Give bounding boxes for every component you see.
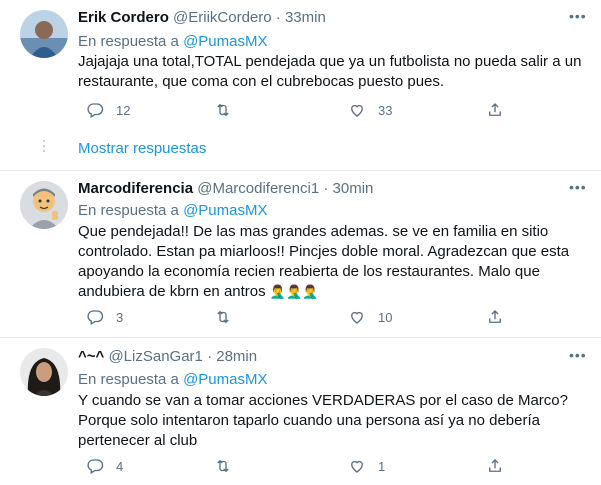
user-handle[interactable]: @Marcodiferenci1 — [197, 180, 319, 197]
more-options-icon[interactable]: ••• — [569, 179, 587, 199]
user-handle[interactable]: @LizSanGar1 — [108, 348, 202, 365]
reply-count: 3 — [116, 309, 124, 325]
reply-icon — [87, 103, 104, 118]
tweet-text: Que pendejada!! De las mas grandes adema… — [78, 222, 583, 302]
display-name[interactable]: Erik Cordero — [78, 9, 169, 26]
like-button[interactable]: 1 — [348, 456, 385, 476]
reply-prefix: En respuesta a — [78, 371, 179, 388]
like-button[interactable]: 33 — [348, 100, 392, 120]
more-options-icon[interactable]: ••• — [569, 8, 587, 28]
reply-mention-link[interactable]: @PumasMX — [183, 33, 267, 50]
timestamp[interactable]: 30min — [333, 180, 374, 197]
avatar[interactable] — [20, 181, 68, 229]
retweet-button[interactable] — [214, 456, 244, 476]
reply-prefix: En respuesta a — [78, 33, 179, 50]
more-options-icon[interactable]: ••• — [569, 347, 587, 367]
tweet-text-content: Que pendejada!! De las mas grandes adema… — [78, 223, 570, 300]
reply-button[interactable]: 4 — [86, 456, 123, 476]
timestamp[interactable]: 33min — [285, 9, 326, 26]
heart-icon — [351, 311, 363, 324]
retweet-button[interactable] — [214, 100, 244, 120]
like-count: 1 — [378, 458, 386, 474]
thread-connector — [43, 140, 45, 155]
dot-separator: · — [319, 180, 333, 197]
action-bar: 4 1 — [78, 456, 548, 476]
dot-separator: · — [202, 348, 217, 365]
retweet-icon — [217, 459, 229, 473]
reply-mention-link[interactable]: @PumasMX — [183, 202, 267, 219]
tweet-text: Y cuando se van a tomar acciones VERDADE… — [78, 392, 568, 449]
avatar-photo — [20, 10, 68, 58]
display-name[interactable]: ^~^ — [78, 348, 104, 365]
share-button[interactable] — [486, 307, 504, 327]
tweet-header: Marcodiferencia @Marcodiferenci1 · 30min — [78, 179, 373, 199]
avatar-photo — [20, 348, 68, 396]
facepalm-emoji-icon: 🤦‍♂️🤦‍♂️🤦‍♂️ — [269, 284, 319, 299]
retweet-icon — [217, 310, 229, 324]
reply-context: En respuesta a @PumasMX — [78, 370, 268, 390]
avatar-memoji — [20, 181, 68, 229]
retweet-button[interactable] — [214, 307, 244, 327]
reply-context: En respuesta a @PumasMX — [78, 201, 268, 221]
reply-count: 12 — [116, 102, 131, 118]
action-bar: 3 10 — [78, 307, 548, 327]
action-bar: 12 33 — [78, 100, 548, 120]
reply-context: En respuesta a @PumasMX — [78, 32, 268, 52]
display-name[interactable]: Marcodiferencia — [78, 180, 193, 197]
heart-icon — [351, 460, 363, 473]
reply-icon — [87, 459, 104, 474]
show-more-replies-link[interactable]: Mostrar respuestas — [78, 139, 206, 159]
share-button[interactable] — [486, 456, 504, 476]
like-count: 33 — [378, 102, 393, 118]
reply-button[interactable]: 3 — [86, 307, 123, 327]
tweet-header: ^~^ @LizSanGar1 · 28min — [78, 347, 257, 367]
reply-count: 4 — [116, 458, 124, 474]
tweet-2[interactable]: Marcodiferencia @Marcodiferenci1 · 30min… — [0, 171, 601, 337]
like-count: 10 — [378, 309, 393, 325]
reply-mention-link[interactable]: @PumasMX — [183, 371, 267, 388]
tweet-text: Jajajaja una total,TOTAL pendejada que y… — [78, 53, 582, 90]
user-handle[interactable]: @EriikCordero — [173, 9, 272, 26]
share-icon — [489, 459, 501, 472]
share-icon — [489, 103, 501, 116]
retweet-icon — [217, 103, 229, 117]
like-button[interactable]: 10 — [348, 307, 392, 327]
reply-prefix: En respuesta a — [78, 202, 179, 219]
avatar[interactable] — [20, 348, 68, 396]
heart-icon — [351, 104, 363, 117]
share-button[interactable] — [486, 100, 504, 120]
tweet-3[interactable]: ^~^ @LizSanGar1 · 28min ••• En respuesta… — [0, 338, 601, 485]
tweet-1[interactable]: Erik Cordero @EriikCordero · 33min ••• E… — [0, 0, 601, 170]
tweet-header: Erik Cordero @EriikCordero · 33min — [78, 8, 326, 28]
timestamp[interactable]: 28min — [216, 348, 257, 365]
reply-button[interactable]: 12 — [86, 100, 130, 120]
share-icon — [489, 310, 501, 323]
reply-icon — [87, 310, 104, 325]
avatar[interactable] — [20, 10, 68, 58]
dot-separator: · — [271, 9, 285, 26]
